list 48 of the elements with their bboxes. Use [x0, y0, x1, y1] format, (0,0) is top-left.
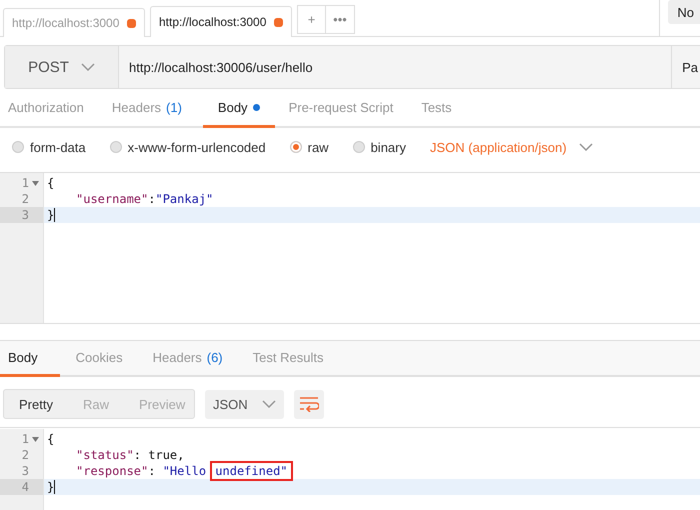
radio-icon[interactable] — [352, 141, 365, 153]
line-number: 2 — [22, 448, 29, 462]
code-text: : — [134, 448, 142, 462]
request-tab[interactable]: http://localhost:3000 — [150, 6, 292, 37]
code-text: } — [47, 208, 54, 222]
radio-icon[interactable] — [12, 141, 24, 153]
request-section-tab[interactable]: Body — [202, 90, 275, 128]
body-mode-radio[interactable]: raw — [290, 140, 329, 154]
code-text: "username" — [76, 192, 148, 206]
code-text: { — [47, 432, 54, 446]
line-number: 3 — [22, 464, 29, 478]
code-text: { — [47, 176, 54, 190]
code-text: } — [47, 480, 54, 494]
code-text: "status" — [76, 448, 134, 462]
body-mode-radio[interactable]: form-data — [12, 140, 86, 154]
code-text: : — [148, 192, 156, 206]
highlighted-code-text: undefined" — [213, 464, 290, 478]
fold-caret-icon[interactable] — [32, 436, 39, 442]
line-number: 4 — [22, 480, 29, 494]
chevron-down-icon — [262, 400, 276, 408]
body-mode-radio[interactable]: binary — [352, 140, 406, 154]
radio-label: binary — [370, 140, 406, 154]
code-text: "Pankaj" — [155, 192, 214, 206]
wrap-lines-button[interactable] — [294, 390, 324, 418]
tab-action-button[interactable]: + — [297, 5, 326, 34]
fold-caret-icon[interactable] — [32, 180, 39, 186]
code-text: "response" — [76, 464, 148, 478]
code-text: "Hello — [162, 464, 208, 478]
code-text: : — [148, 464, 156, 478]
format-dropdown[interactable]: JSON — [205, 390, 284, 418]
radio-icon[interactable] — [290, 141, 302, 153]
tab-action-button[interactable]: ••• — [326, 5, 355, 34]
line-number: 1 — [22, 176, 29, 190]
code-text: , — [177, 448, 184, 462]
line-number: 2 — [22, 192, 29, 206]
view-mode-button[interactable]: Pretty — [4, 390, 68, 418]
radio-label: form-data — [30, 140, 86, 154]
request-section-tab[interactable]: Headers (1) — [104, 90, 196, 128]
chevron-down-icon — [578, 143, 593, 151]
radio-icon[interactable] — [110, 141, 122, 153]
radio-label: raw — [308, 140, 329, 154]
response-section-tab[interactable]: Headers (6) — [144, 341, 237, 377]
response-section-tab[interactable]: Body — [0, 341, 60, 377]
code-text: true — [148, 448, 178, 462]
line-number: 3 — [22, 208, 29, 222]
environment-button[interactable]: No — [668, 0, 700, 24]
wrap-lines-icon — [298, 396, 319, 412]
line-number: 1 — [22, 432, 29, 446]
